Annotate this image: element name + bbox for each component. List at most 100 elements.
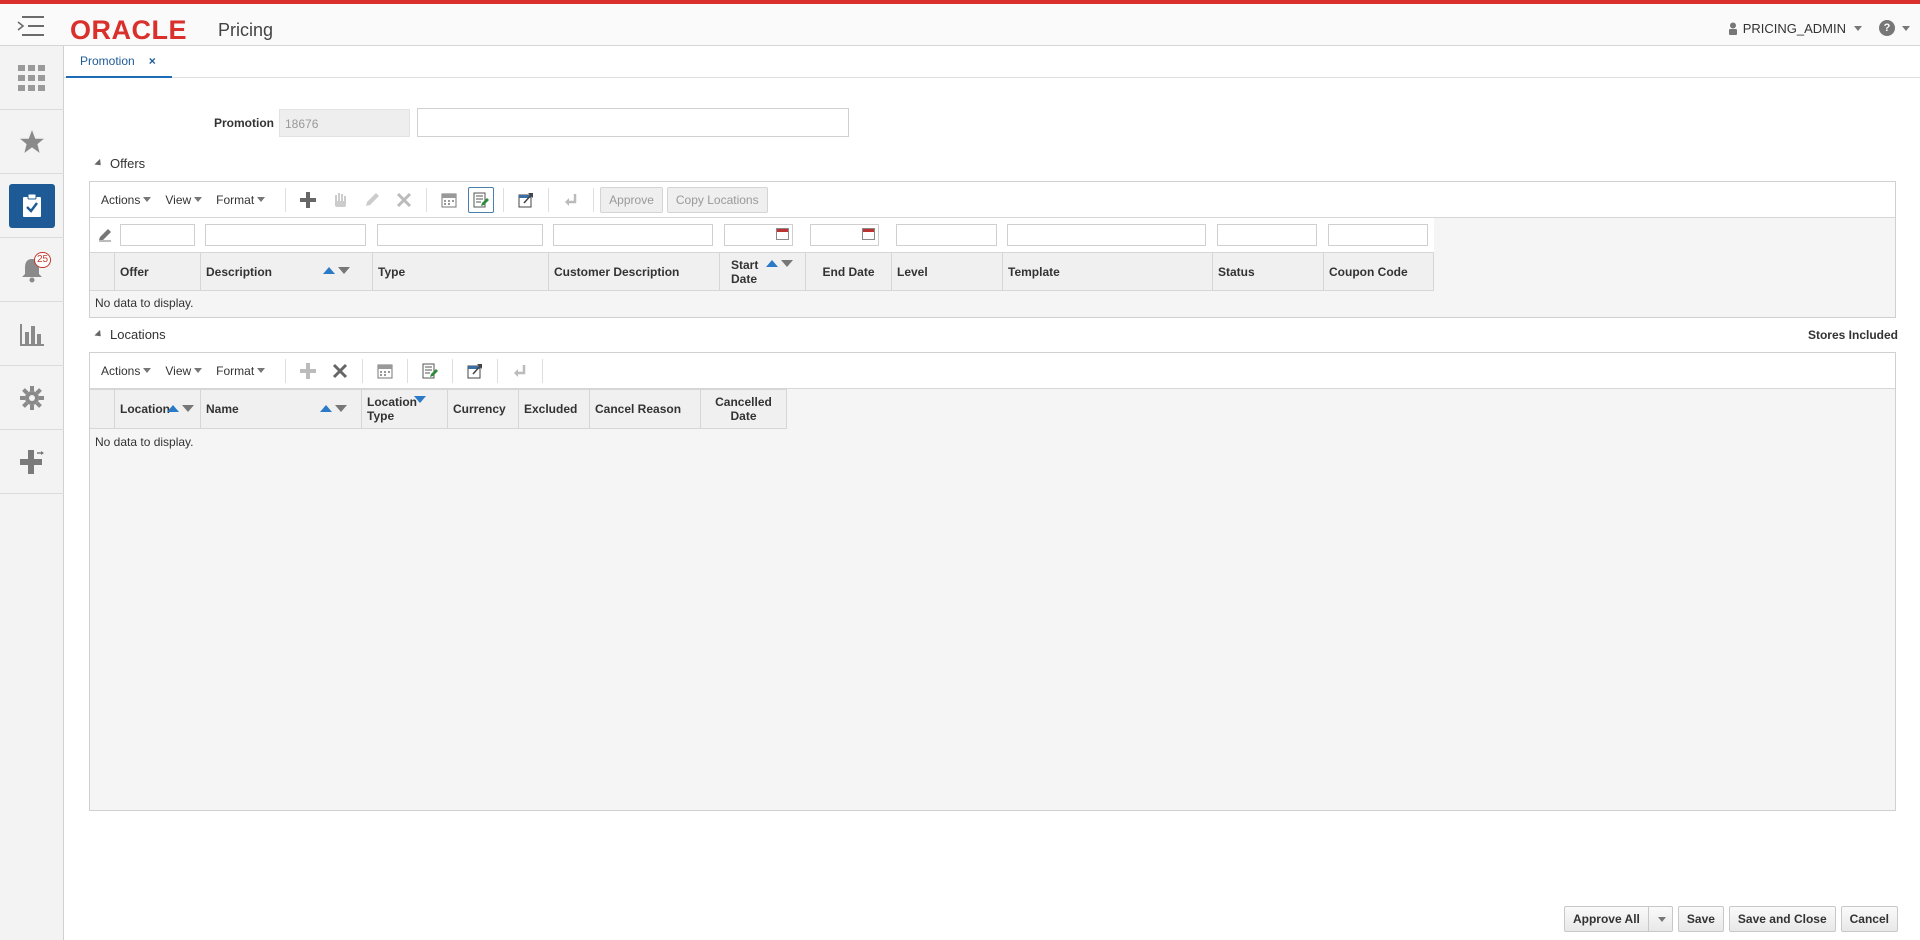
sort-ascending-icon[interactable] xyxy=(320,405,332,412)
approve-all-dropdown[interactable] xyxy=(1648,906,1673,932)
actions-menu[interactable]: Actions xyxy=(101,193,152,207)
locations-section-header[interactable]: Locations xyxy=(94,327,166,342)
column-header-start-date[interactable]: Start Date xyxy=(720,253,806,290)
column-header-name[interactable]: Name xyxy=(201,390,362,428)
column-header-description[interactable]: Description xyxy=(201,253,373,290)
column-header-cancel-reason[interactable]: Cancel Reason xyxy=(590,390,701,428)
sort-controls[interactable] xyxy=(167,405,194,412)
filter-description[interactable] xyxy=(205,224,366,246)
filter-start-date[interactable] xyxy=(724,224,793,246)
column-header-offer[interactable]: Offer xyxy=(115,253,201,290)
sort-ascending-icon[interactable] xyxy=(323,267,335,274)
filter-template[interactable] xyxy=(1007,224,1206,246)
offers-filter-row xyxy=(90,218,1434,252)
approve-button[interactable]: Approve xyxy=(600,186,663,213)
sidebar-item-settings[interactable] xyxy=(0,366,64,430)
save-button[interactable]: Save xyxy=(1677,906,1724,932)
sidebar-item-tasks-grid[interactable] xyxy=(0,46,64,110)
filter-pencil-icon[interactable] xyxy=(98,228,112,242)
detach-icon[interactable] xyxy=(462,358,488,384)
top-bar: ORACLE Pricing PRICING_ADMIN ? xyxy=(0,0,1920,46)
column-header-location[interactable]: Location xyxy=(115,390,201,428)
column-header-location-type[interactable]: Location Type xyxy=(362,390,448,428)
copy-locations-button[interactable]: Copy Locations xyxy=(666,186,768,213)
view-menu[interactable]: View xyxy=(165,192,203,207)
column-header-currency[interactable]: Currency xyxy=(448,390,519,428)
format-label: Format xyxy=(216,363,255,378)
sort-controls[interactable] xyxy=(323,267,350,274)
sidebar-item-favorites[interactable] xyxy=(0,110,64,174)
sidebar-item-reports[interactable] xyxy=(0,302,64,366)
column-header-status[interactable]: Status xyxy=(1213,253,1324,290)
approve-all-button[interactable]: Approve All xyxy=(1563,906,1649,932)
delete-icon[interactable] xyxy=(391,187,417,213)
cancel-button[interactable]: Cancel xyxy=(1840,906,1898,932)
sort-controls[interactable] xyxy=(320,405,347,412)
sort-ascending-icon[interactable] xyxy=(766,260,778,267)
filter-end-date[interactable] xyxy=(810,224,879,246)
sort-controls[interactable] xyxy=(766,260,793,267)
sort-ascending-icon[interactable] xyxy=(167,405,179,412)
format-label: Format xyxy=(216,192,255,207)
sidebar-item-create[interactable] xyxy=(0,430,64,494)
sort-descending-icon[interactable] xyxy=(414,396,426,403)
edit-row-icon[interactable] xyxy=(417,358,443,384)
calendar-icon[interactable] xyxy=(372,358,398,384)
wrap-enter-icon[interactable] xyxy=(507,358,533,384)
tab-promotion[interactable]: Promotion × xyxy=(66,46,172,78)
sidebar-item-notifications[interactable]: 25 xyxy=(0,238,64,302)
help-menu[interactable]: ? xyxy=(1879,20,1910,36)
offers-panel: Actions View Format Approve Copy Locatio… xyxy=(89,181,1896,318)
filter-customer-description[interactable] xyxy=(553,224,713,246)
save-and-close-button[interactable]: Save and Close xyxy=(1728,906,1836,932)
format-menu[interactable]: Format xyxy=(216,192,266,207)
sort-controls[interactable] xyxy=(414,396,426,403)
edit-row-icon[interactable] xyxy=(468,186,495,213)
view-label: View xyxy=(165,192,192,207)
column-header-level[interactable]: Level xyxy=(892,253,1003,290)
wrap-enter-icon[interactable] xyxy=(558,187,584,213)
sort-descending-icon[interactable] xyxy=(781,260,793,267)
offers-toolbar: Actions View Format Approve Copy Locatio… xyxy=(90,182,1895,218)
column-header-customer-description[interactable]: Customer Description xyxy=(549,253,720,290)
calendar-icon[interactable] xyxy=(436,187,462,213)
column-header-cancelled-date[interactable]: Cancelled Date xyxy=(701,390,787,428)
sidebar: 25 xyxy=(0,46,64,940)
edit-pencil-icon[interactable] xyxy=(359,187,385,213)
column-header-type[interactable]: Type xyxy=(373,253,549,290)
filter-status[interactable] xyxy=(1217,224,1317,246)
toolbar-separator xyxy=(497,358,499,383)
filter-coupon-code[interactable] xyxy=(1328,224,1428,246)
calendar-icon[interactable] xyxy=(776,228,789,240)
description-label: Description xyxy=(206,264,273,279)
calendar-icon[interactable] xyxy=(862,228,875,240)
locations-panel: Actions View Format Location Name Locati… xyxy=(89,352,1896,811)
offers-section-header[interactable]: Offers xyxy=(94,156,145,171)
actions-menu[interactable]: Actions xyxy=(101,364,152,378)
column-header-excluded[interactable]: Excluded xyxy=(519,390,590,428)
toolbar-separator xyxy=(452,358,454,383)
column-header-template[interactable]: Template xyxy=(1003,253,1213,290)
promotion-description-field[interactable] xyxy=(417,108,849,137)
column-header-coupon-code[interactable]: Coupon Code xyxy=(1324,253,1434,290)
delete-icon[interactable] xyxy=(327,358,353,384)
sort-descending-icon[interactable] xyxy=(182,405,194,412)
sort-descending-icon[interactable] xyxy=(335,405,347,412)
hand-icon[interactable] xyxy=(327,187,353,213)
user-menu[interactable]: PRICING_ADMIN xyxy=(1728,21,1862,36)
column-header-end-date[interactable]: End Date xyxy=(806,253,892,290)
filter-type[interactable] xyxy=(377,224,543,246)
collapse-triangle-icon xyxy=(94,158,104,169)
sort-descending-icon[interactable] xyxy=(338,267,350,274)
add-icon[interactable] xyxy=(295,358,321,384)
add-icon[interactable] xyxy=(295,187,321,213)
filter-offer[interactable] xyxy=(120,224,195,246)
navigator-menu-icon[interactable] xyxy=(16,14,46,38)
close-icon[interactable]: × xyxy=(149,54,156,68)
detach-icon[interactable] xyxy=(513,187,539,213)
sidebar-item-tasks[interactable] xyxy=(0,174,64,238)
cancelled-date-label-line1: Cancelled xyxy=(715,395,772,409)
view-menu[interactable]: View xyxy=(165,364,203,378)
format-menu[interactable]: Format xyxy=(216,363,266,378)
filter-level[interactable] xyxy=(896,224,997,246)
